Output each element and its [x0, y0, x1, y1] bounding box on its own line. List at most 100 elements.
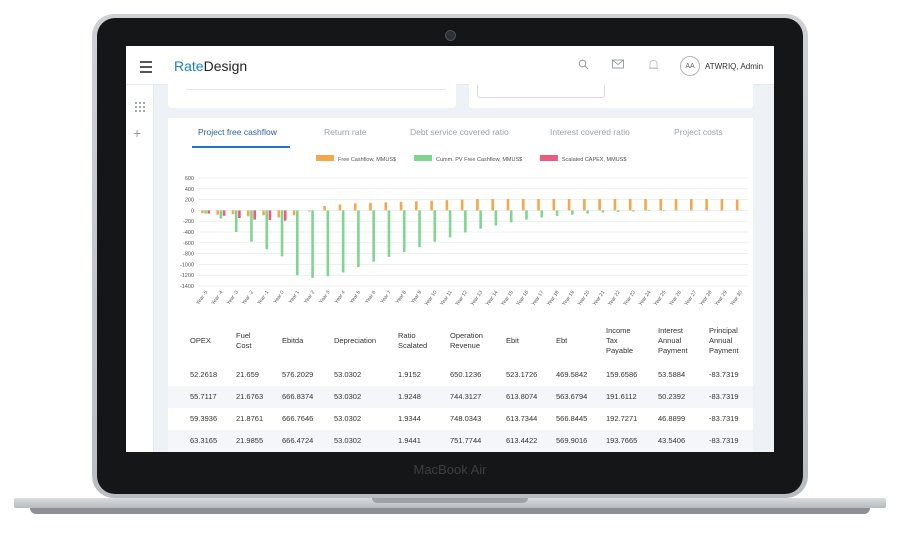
- bar: [571, 210, 574, 215]
- legend-swatch: [316, 155, 334, 161]
- column-header[interactable]: Ebt: [556, 336, 567, 346]
- user-menu[interactable]: AA ATWRIQ, Admin: [680, 56, 763, 76]
- bar: [460, 199, 464, 211]
- bar: [387, 210, 391, 257]
- sidebar: +: [126, 85, 154, 452]
- column-header[interactable]: Interest Annual Payment: [658, 326, 688, 356]
- table-cell: 523.1726: [506, 370, 538, 379]
- table-row[interactable]: 52.2618 21.659 576.2029 53.0302 1.9152 650.12…: [168, 364, 753, 386]
- bar: [567, 199, 571, 211]
- column-header[interactable]: Ebitda: [282, 336, 303, 346]
- bar: [326, 210, 330, 277]
- y-tick-label: -600: [183, 241, 194, 247]
- table-cell: 748.0343: [450, 414, 482, 423]
- top-bar: RateDesign AA ATWRIQ, Admin: [126, 46, 774, 85]
- legend-swatch: [539, 155, 558, 161]
- logo-part-1: Rate: [174, 58, 204, 74]
- top-left-card: [168, 84, 456, 108]
- bar: [644, 199, 647, 211]
- x-tick-label: Year 8: [395, 290, 408, 305]
- bell-icon[interactable]: [648, 59, 659, 74]
- table-cell: 666.8374: [282, 392, 314, 401]
- table-row[interactable]: 59.3936 21.8761 666.7646 53.0302 1.9344 748.0…: [168, 408, 753, 430]
- x-tick-label: Year 4: [334, 290, 347, 305]
- x-tick-label: Year 17: [531, 290, 546, 308]
- app-screen: RateDesign AA ATWRIQ, Admin + Project fr…: [126, 46, 774, 452]
- tab-interest-covered-ratio[interactable]: Interest covered ratio: [550, 127, 630, 137]
- avatar[interactable]: AA: [680, 56, 700, 76]
- tab-debt-service-covered-ratio[interactable]: Debt service covered ratio: [410, 127, 509, 137]
- x-tick-label: Year 19: [561, 290, 576, 308]
- select-box[interactable]: [477, 85, 605, 98]
- grid-icon[interactable]: [134, 101, 145, 112]
- bar: [308, 210, 311, 212]
- bar: [369, 202, 372, 211]
- x-tick-label: Year -1: [256, 290, 270, 307]
- camera-icon: [445, 30, 456, 41]
- legend-label: Cumm. PV Free Cashflow, MMUS$: [436, 157, 522, 163]
- table-cell: 53.0302: [334, 370, 362, 379]
- x-tick-label: Year 9: [410, 290, 423, 305]
- bar: [613, 199, 617, 211]
- table-cell: 52.2618: [190, 370, 218, 379]
- user-name[interactable]: ATWRIQ, Admin: [705, 62, 763, 71]
- logo-part-2: Design: [203, 58, 248, 74]
- tab-project-costs[interactable]: Project costs: [674, 127, 723, 137]
- bar: [552, 199, 556, 211]
- x-tick-label: Year 24: [638, 290, 653, 308]
- table-cell: 53.0302: [334, 392, 362, 401]
- search-icon[interactable]: [578, 59, 589, 73]
- hamburger-menu-icon[interactable]: [140, 61, 152, 73]
- y-tick-label: -1200: [180, 273, 194, 279]
- x-tick-label: Year 30: [729, 290, 744, 308]
- bar: [674, 199, 678, 211]
- legend-label: Free Cashflow, MMUS$: [338, 157, 396, 163]
- chart-tabs: Project free cashflow Return rate Debt s…: [168, 118, 753, 148]
- bar: [246, 210, 250, 217]
- table-cell: -83.7319: [709, 370, 739, 379]
- bar: [628, 199, 632, 211]
- legend-label: Scalated CAPEX, MMUS$: [562, 157, 627, 163]
- table-cell: 21.8761: [236, 414, 264, 423]
- table-cell: 469.5842: [556, 370, 588, 379]
- bar: [632, 210, 635, 212]
- bar: [662, 210, 666, 211]
- bar: [323, 206, 326, 211]
- y-tick-label: 600: [185, 176, 194, 182]
- x-tick-label: Year 22: [607, 290, 622, 308]
- bar: [540, 210, 544, 218]
- bar: [201, 210, 204, 214]
- table-row[interactable]: 63.3165 21.9855 666.4724 53.0302 1.9441 751.7…: [168, 430, 753, 452]
- bar: [402, 210, 406, 252]
- table-cell: 1.9152: [398, 370, 421, 379]
- x-tick-label: Year 11: [439, 290, 454, 307]
- tab-return-rate[interactable]: Return rate: [324, 127, 367, 137]
- table-row[interactable]: 55.7117 21.6763 666.8374 53.0302 1.9248 744.3…: [168, 386, 753, 408]
- x-tick-label: Year -3: [226, 290, 240, 307]
- financial-table: OPEX Fuel Cost Ebitda Depreciation Ratio Sca…: [168, 318, 753, 452]
- table-cell: 569.9016: [556, 436, 588, 445]
- bar: [705, 199, 708, 211]
- column-header[interactable]: Fuel Cost: [236, 331, 251, 351]
- bar: [384, 202, 388, 211]
- tab-project-free-cashflow[interactable]: Project free cashflow: [198, 127, 277, 137]
- bar: [479, 210, 482, 229]
- mail-icon[interactable]: [612, 59, 624, 72]
- table-cell: 53.0302: [334, 436, 362, 445]
- app-logo[interactable]: RateDesign: [174, 58, 247, 74]
- column-header[interactable]: Principal Annual Payment: [709, 326, 739, 356]
- bar: [445, 200, 449, 211]
- bar: [720, 199, 724, 211]
- column-header[interactable]: Ratio Scalated: [398, 331, 427, 351]
- x-tick-label: Year 7: [380, 290, 393, 305]
- bar: [250, 210, 253, 242]
- column-header[interactable]: OPEX: [190, 336, 211, 346]
- column-header[interactable]: Depreciation: [334, 336, 376, 346]
- plus-icon[interactable]: +: [133, 125, 141, 141]
- cashflow-chart: Free Cashflow, MMUS$ Cumm. PV Free Cashfl…: [180, 155, 748, 308]
- column-header[interactable]: Income Tax Payable: [606, 326, 633, 356]
- column-header[interactable]: Operation Revenue: [450, 331, 483, 351]
- column-header[interactable]: Ebit: [506, 336, 519, 346]
- top-right-card: [469, 84, 753, 108]
- laptop-base-bottom: [30, 508, 870, 514]
